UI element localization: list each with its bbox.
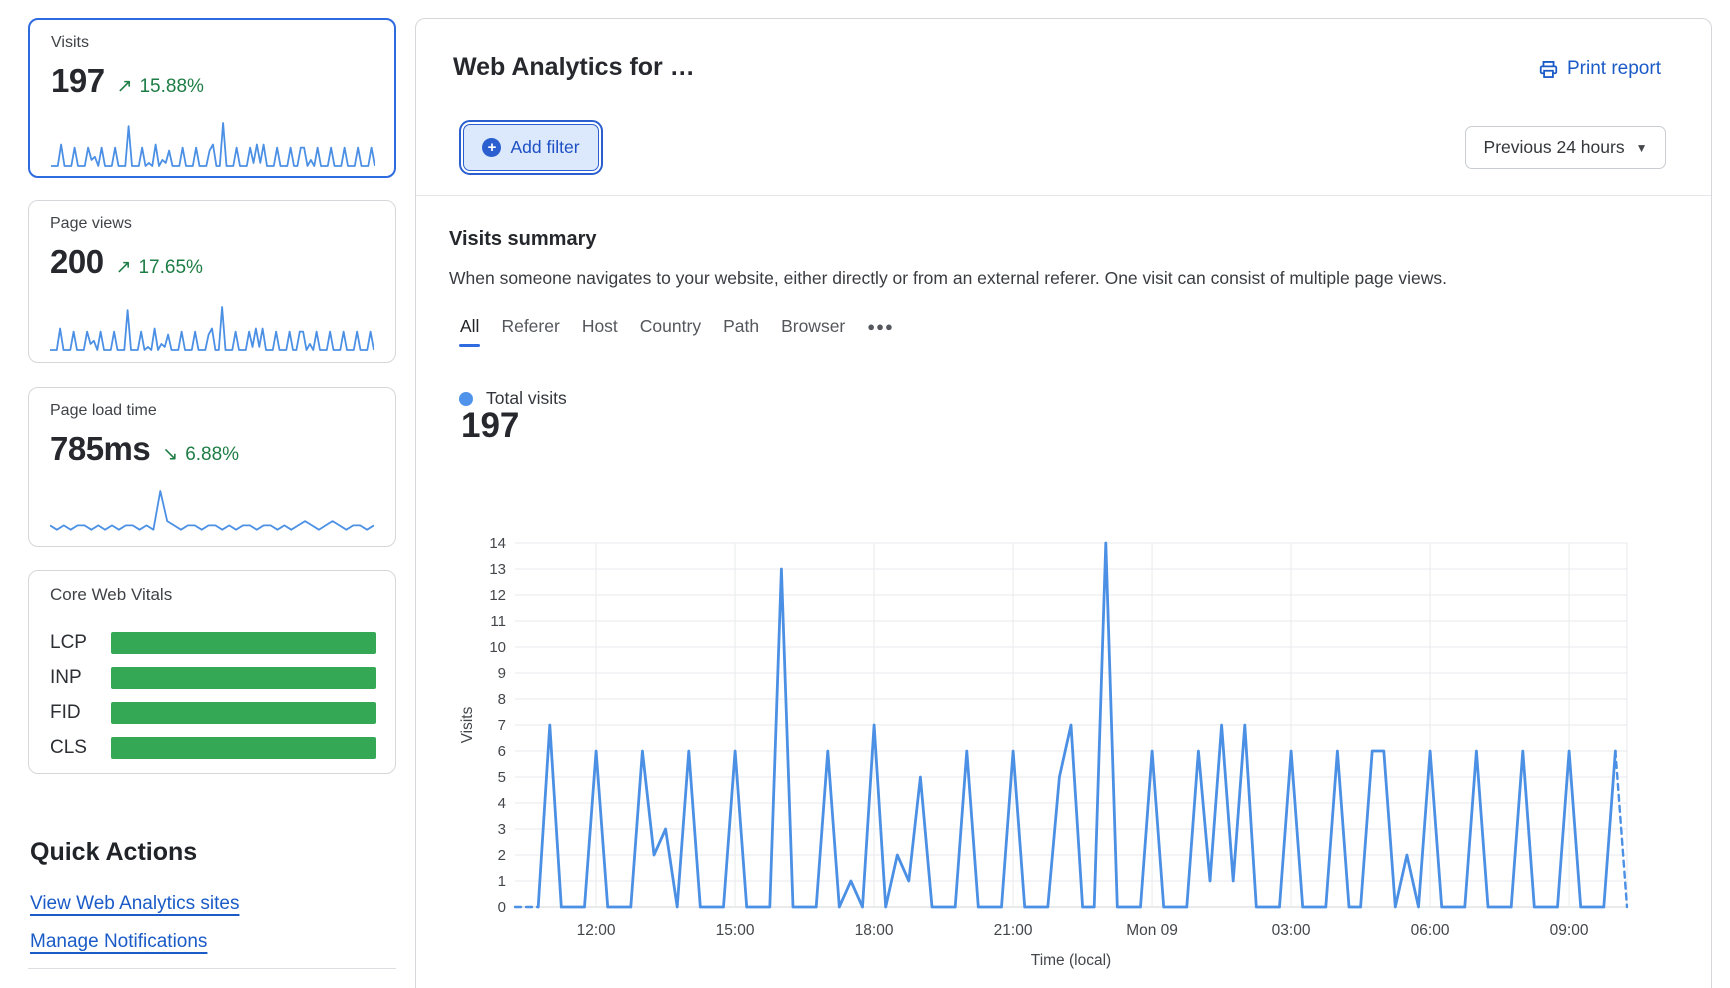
tab-host[interactable]: Host (582, 316, 618, 337)
cwv-bar-inp (111, 667, 376, 689)
stat-card-page-load-time-trend: ↘ 6.88% (162, 443, 239, 466)
cwv-bar-fid (111, 702, 376, 724)
add-filter-button[interactable]: + Add filter (459, 120, 603, 175)
svg-text:14: 14 (489, 535, 506, 552)
print-report-label: Print report (1567, 58, 1661, 80)
visits-summary-description: When someone navigates to your website, … (449, 268, 1447, 289)
svg-text:4: 4 (498, 795, 506, 812)
svg-text:3: 3 (498, 821, 506, 838)
stat-card-visits-label: Visits (51, 34, 89, 52)
tab-all[interactable]: All (460, 316, 479, 337)
page-load-time-sparkline-chart (50, 488, 374, 536)
cwv-row-lcp: LCP (50, 632, 376, 654)
svg-text:21:00: 21:00 (994, 922, 1033, 939)
trend-value: 15.88% (139, 76, 203, 98)
svg-text:9: 9 (498, 665, 506, 682)
svg-text:12: 12 (489, 587, 506, 604)
stat-card-page-load-time[interactable]: Page load time 785ms ↘ 6.88% (28, 387, 396, 547)
tab-referer[interactable]: Referer (501, 316, 559, 337)
stat-card-visits[interactable]: Visits 197 ↗ 15.88% (28, 18, 396, 178)
cwv-label-inp: INP (50, 667, 82, 689)
quick-actions-title: Quick Actions (30, 838, 197, 867)
chevron-down-icon: ▼ (1636, 141, 1648, 155)
sidebar-divider (28, 968, 396, 969)
tab-path[interactable]: Path (723, 316, 759, 337)
visits-line-chart: 0123456789101112131412:0015:0018:0021:00… (440, 482, 1690, 982)
cwv-row-fid: FID (50, 702, 376, 724)
cwv-label-cls: CLS (50, 737, 87, 759)
svg-text:2: 2 (498, 847, 506, 864)
header-divider (416, 195, 1711, 196)
stat-card-page-views[interactable]: Page views 200 ↗ 17.65% (28, 200, 396, 363)
plus-icon: + (482, 138, 501, 157)
svg-text:11: 11 (490, 613, 506, 630)
svg-text:Mon 09: Mon 09 (1126, 922, 1178, 939)
dimension-tabs: All Referer Host Country Path Browser ●●… (460, 316, 894, 337)
tab-browser[interactable]: Browser (781, 316, 845, 337)
time-range-dropdown[interactable]: Previous 24 hours ▼ (1465, 126, 1666, 169)
legend-dot-icon (459, 392, 473, 406)
page-title: Web Analytics for … (453, 53, 695, 82)
svg-text:0: 0 (498, 899, 506, 916)
trend-down-icon: ↘ (162, 443, 178, 466)
trend-value: 17.65% (138, 257, 202, 279)
stat-card-visits-value: 197 (51, 62, 105, 100)
trend-value: 6.88% (185, 444, 239, 466)
svg-text:13: 13 (489, 561, 506, 578)
stat-card-visits-trend: ↗ 15.88% (117, 75, 204, 98)
svg-text:12:00: 12:00 (577, 922, 616, 939)
add-filter-label: Add filter (510, 137, 579, 158)
svg-text:8: 8 (498, 691, 506, 708)
stat-card-page-views-value: 200 (50, 243, 104, 281)
svg-text:15:00: 15:00 (716, 922, 755, 939)
svg-text:5: 5 (498, 769, 506, 786)
cwv-bar-lcp (111, 632, 376, 654)
link-manage-notifications[interactable]: Manage Notifications (30, 931, 207, 953)
svg-text:7: 7 (498, 717, 506, 734)
total-visits-value: 197 (461, 406, 519, 446)
visits-sparkline-chart (51, 120, 375, 168)
tab-country[interactable]: Country (640, 316, 701, 337)
svg-text:Time (local): Time (local) (1031, 952, 1111, 969)
svg-text:09:00: 09:00 (1550, 922, 1589, 939)
svg-text:18:00: 18:00 (855, 922, 894, 939)
more-tabs-icon[interactable]: ●●● (867, 319, 894, 334)
core-web-vitals-card[interactable]: Core Web Vitals LCP INP FID CLS (28, 570, 396, 774)
svg-text:10: 10 (489, 639, 506, 656)
visits-summary-title: Visits summary (449, 228, 597, 251)
page-views-sparkline-chart (50, 304, 374, 352)
cwv-row-inp: INP (50, 667, 376, 689)
trend-up-icon: ↗ (116, 256, 132, 279)
svg-text:1: 1 (498, 873, 506, 890)
trend-up-icon: ↗ (117, 75, 133, 98)
link-view-web-analytics-sites[interactable]: View Web Analytics sites (30, 893, 239, 915)
stat-card-page-load-time-value: 785ms (50, 430, 150, 468)
print-report-link[interactable]: Print report (1538, 58, 1661, 80)
cwv-label-lcp: LCP (50, 632, 87, 654)
svg-text:06:00: 06:00 (1411, 922, 1450, 939)
core-web-vitals-title: Core Web Vitals (50, 585, 172, 605)
cwv-bar-cls (111, 737, 376, 759)
cwv-row-cls: CLS (50, 737, 376, 759)
web-analytics-dashboard: Visits 197 ↗ 15.88% Page views 200 ↗ 17.… (0, 0, 1730, 988)
time-range-value: Previous 24 hours (1484, 137, 1625, 158)
stat-card-page-views-label: Page views (50, 215, 132, 233)
stat-card-page-views-trend: ↗ 17.65% (116, 256, 203, 279)
stat-card-page-load-time-label: Page load time (50, 402, 157, 420)
cwv-label-fid: FID (50, 702, 81, 724)
svg-text:03:00: 03:00 (1272, 922, 1311, 939)
svg-text:6: 6 (498, 743, 506, 760)
svg-text:Visits: Visits (459, 706, 476, 743)
printer-icon (1538, 59, 1559, 80)
